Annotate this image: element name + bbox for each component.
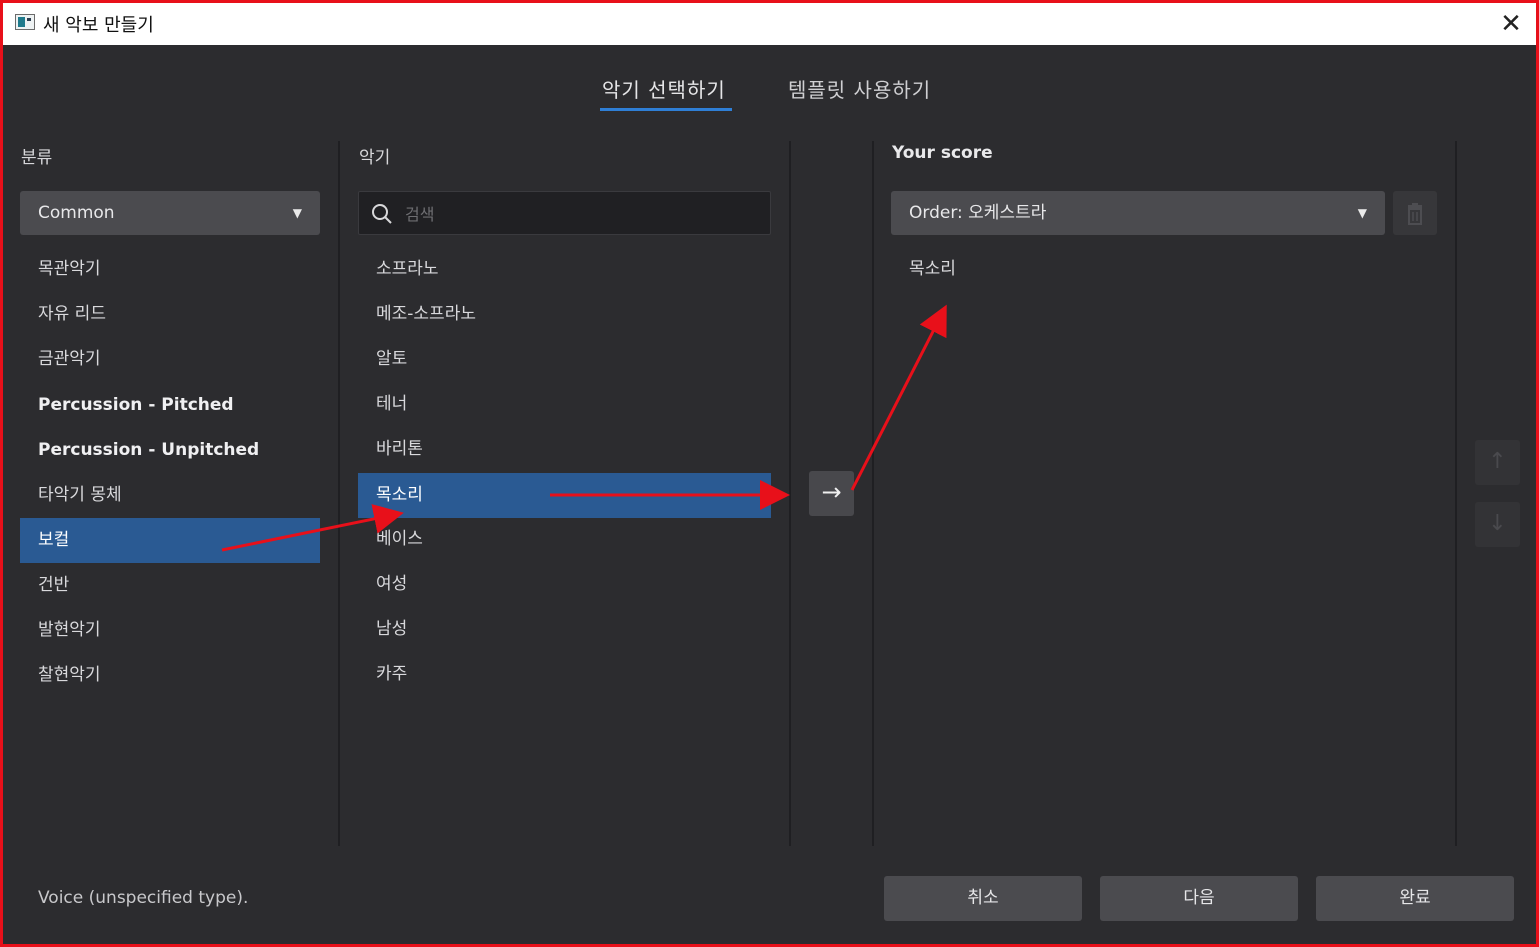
- column-divider: [789, 141, 791, 846]
- instrument-item[interactable]: 알토: [358, 337, 771, 382]
- instrument-item-selected[interactable]: 목소리: [358, 473, 771, 518]
- instrument-item[interactable]: 베이스: [358, 517, 771, 562]
- category-item[interactable]: 자유 리드: [20, 292, 320, 337]
- instrument-item[interactable]: 남성: [358, 607, 771, 652]
- category-item[interactable]: 타악기 몽체: [20, 473, 320, 518]
- search-icon: [372, 204, 392, 224]
- score-order-value: Order: 오케스트라: [909, 203, 1047, 223]
- category-filter-dropdown[interactable]: Common ▼: [20, 191, 320, 235]
- instrument-item[interactable]: 메조-소프라노: [358, 292, 771, 337]
- category-heading: 분류: [21, 148, 53, 168]
- remove-instrument-button[interactable]: [1393, 191, 1437, 235]
- score-order-dropdown[interactable]: Order: 오케스트라 ▼: [891, 191, 1385, 235]
- category-item[interactable]: 목관악기: [20, 247, 320, 292]
- arrow-up-icon: ↑: [1488, 449, 1507, 474]
- instrument-item[interactable]: 소프라노: [358, 247, 771, 292]
- category-item[interactable]: 건반: [20, 563, 320, 608]
- category-item-selected[interactable]: 보컬: [20, 518, 320, 563]
- column-divider: [338, 141, 340, 846]
- tab-choose-instruments[interactable]: 악기 선택하기: [602, 74, 726, 103]
- instrument-item[interactable]: 바리톤: [358, 427, 771, 472]
- search-input[interactable]: [403, 192, 757, 236]
- category-item[interactable]: 찰현악기: [20, 653, 320, 698]
- caret-down-icon: ▼: [1357, 206, 1367, 220]
- instruments-heading: 악기: [359, 148, 391, 168]
- window-title: 새 악보 만들기: [43, 15, 154, 36]
- category-item[interactable]: 발현악기: [20, 608, 320, 653]
- done-button[interactable]: 완료: [1316, 876, 1514, 921]
- score-item[interactable]: 목소리: [891, 247, 1437, 292]
- instrument-item[interactable]: 여성: [358, 562, 771, 607]
- category-item[interactable]: Percussion - Unpitched: [20, 428, 320, 473]
- active-tab-indicator: [600, 108, 732, 111]
- column-divider: [1455, 141, 1457, 846]
- move-up-button[interactable]: ↑: [1475, 440, 1520, 485]
- tab-use-template[interactable]: 템플릿 사용하기: [788, 74, 931, 103]
- app-icon: [15, 14, 35, 30]
- add-to-score-button[interactable]: →: [809, 471, 854, 516]
- instrument-description: Voice (unspecified type).: [38, 888, 249, 908]
- category-filter-value: Common: [38, 203, 115, 223]
- trash-icon: [1408, 203, 1422, 225]
- move-down-button[interactable]: ↓: [1475, 502, 1520, 547]
- column-divider: [872, 141, 874, 846]
- cancel-button[interactable]: 취소: [884, 876, 1082, 921]
- close-icon[interactable]: ✕: [1496, 9, 1526, 39]
- your-score-heading: Your score: [892, 143, 993, 163]
- caret-down-icon: ▼: [292, 206, 302, 220]
- instrument-item[interactable]: 카주: [358, 652, 771, 697]
- arrow-right-icon: →: [821, 478, 842, 506]
- next-button[interactable]: 다음: [1100, 876, 1298, 921]
- instrument-item[interactable]: 테너: [358, 382, 771, 427]
- title-bar: 새 악보 만들기 ✕: [3, 3, 1536, 45]
- category-item[interactable]: 금관악기: [20, 337, 320, 382]
- category-item[interactable]: Percussion - Pitched: [20, 383, 320, 428]
- arrow-down-icon: ↓: [1488, 511, 1507, 536]
- instrument-search[interactable]: [358, 191, 771, 236]
